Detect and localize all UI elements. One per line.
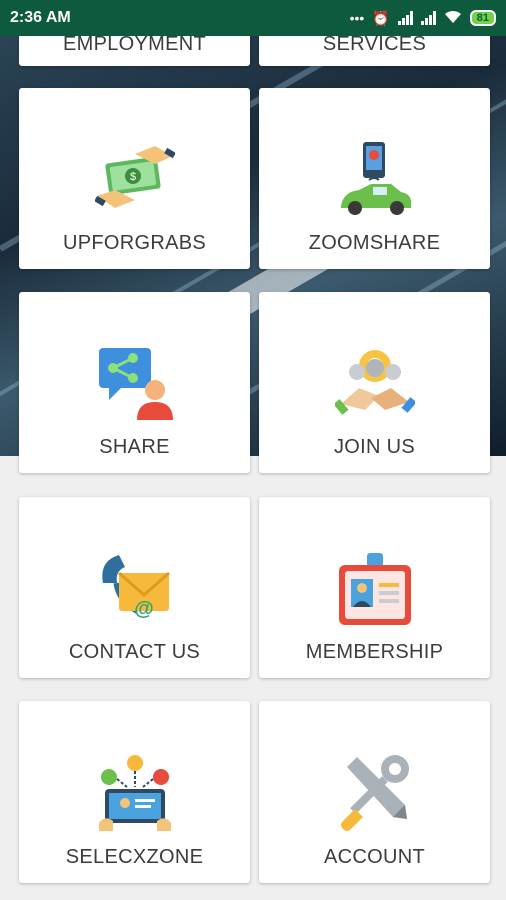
tile-upforgrabs[interactable]: $ UPFORGRABS	[19, 88, 250, 269]
tile-label: ACCOUNT	[324, 846, 425, 868]
handshake-gear-icon	[332, 344, 417, 429]
tile-label: SHARE	[99, 436, 170, 458]
svg-text:@: @	[134, 598, 154, 620]
status-time: 2:36 AM	[10, 9, 71, 26]
tile-label: SELECXZONE	[65, 846, 204, 868]
share-chat-icon	[95, 342, 175, 427]
tile-selecxzone[interactable]: SELECXZONE	[19, 701, 250, 883]
tile-join-us[interactable]: JOIN US	[259, 292, 490, 473]
tile-label: ZOOMSHARE	[308, 232, 441, 254]
tile-share[interactable]: SHARE	[19, 292, 250, 473]
alarm-icon: ⏰	[372, 9, 390, 26]
tile-label: UPFORGRABS	[62, 232, 207, 254]
notification-dots-icon: •••	[349, 10, 365, 26]
money-hands-icon: $	[93, 138, 176, 223]
signal-1-icon	[397, 11, 413, 25]
tile-account[interactable]: ACCOUNT	[259, 701, 490, 883]
tile-label: MEMBERSHIP	[305, 641, 444, 663]
network-tablet-icon	[95, 753, 175, 838]
tile-label: SERVICES	[322, 33, 427, 55]
id-badge-icon	[335, 551, 415, 636]
phone-mail-icon: @	[95, 551, 175, 636]
signal-2-icon	[420, 11, 436, 25]
tile-label: EMPLOYMENT	[62, 33, 207, 55]
tile-label: CONTACT US	[68, 641, 201, 663]
car-share-icon	[335, 140, 415, 225]
wifi-icon	[444, 10, 462, 27]
tile-label: JOIN US	[334, 436, 415, 458]
status-bar: 2:36 AM ••• ⏰ 81	[0, 0, 506, 36]
tile-membership[interactable]: MEMBERSHIP	[259, 497, 490, 678]
svg-text:$: $	[129, 171, 135, 183]
battery-icon: 81	[469, 10, 496, 26]
tile-contact-us[interactable]: @ CONTACT US	[19, 497, 250, 678]
tools-icon	[335, 753, 415, 838]
tile-zoomshare[interactable]: ZOOMSHARE	[259, 88, 490, 269]
